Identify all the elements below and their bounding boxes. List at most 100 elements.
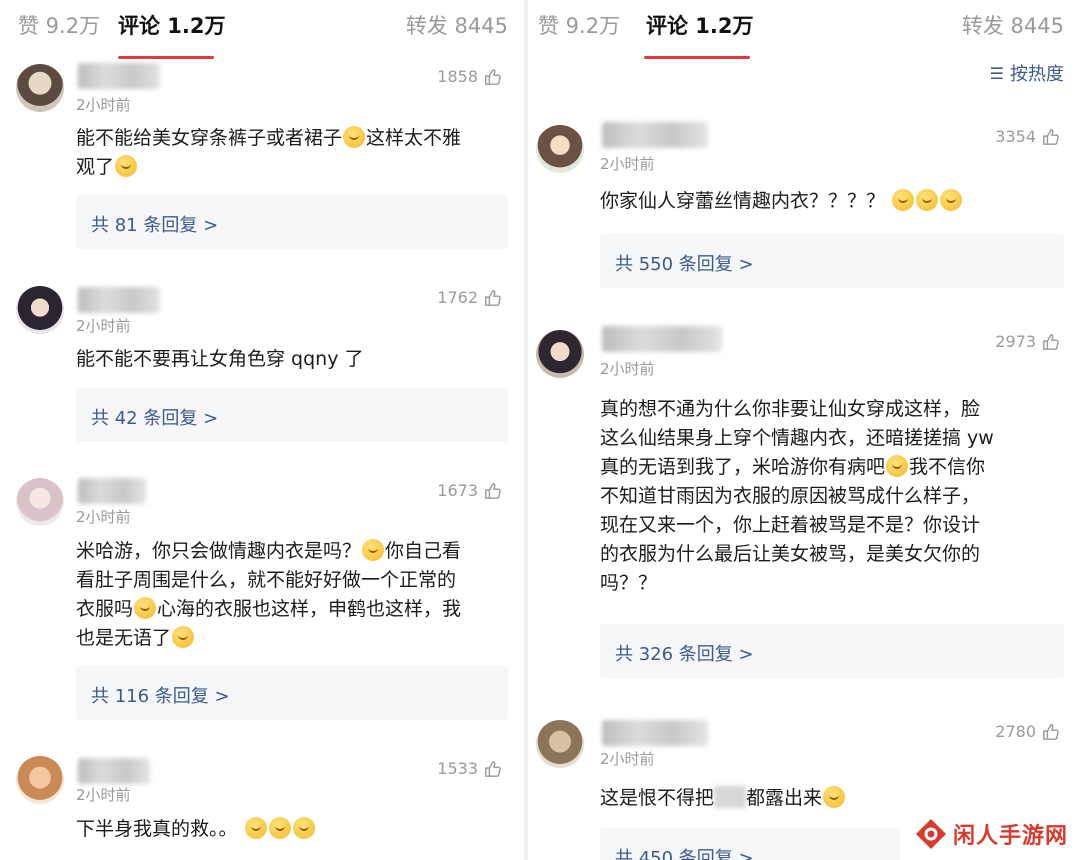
comment-text: 能不能不要再让女角色穿 qqny 了 [76,345,506,374]
sort-icon: ☰ [989,63,1004,83]
fearful-emoji-icon [362,539,385,561]
replies-count: 共 550 条回复 > [615,254,754,275]
username-blurred[interactable] [78,287,160,313]
comment-text-line: 衣服吗 [76,598,134,620]
sweat-smile-emoji-icon [134,597,157,619]
tab-bar: 赞 9.2万 评论 1.2万 转发 8445 [528,0,1080,59]
view-replies-button[interactable]: 共 450 条回复 > [600,828,900,860]
avatar[interactable] [536,330,584,378]
tab-comments[interactable]: 评论 1.2万 [118,10,226,40]
comment-time: 2小时前 [76,508,131,526]
replies-count: 共 42 条回复 > [91,408,219,429]
comment-time: 2小时前 [76,786,131,804]
comment-text: 能不能给美女穿条裤子或者裙子 这样太不雅 观了 [76,124,506,182]
comment-text-line: 这么仙结果身上穿个情趣内衣，还暗搓搓搞 yw [600,427,994,449]
avatar[interactable] [16,286,64,334]
like-button[interactable]: 2780 [995,722,1060,741]
view-replies-button[interactable]: 共 81 条回复 > [76,195,508,249]
comment-text-line: 你自己看 [385,540,462,562]
like-count: 1762 [437,288,478,307]
replies-count: 共 81 条回复 > [91,215,219,236]
comment-panel-right: 赞 9.2万 评论 1.2万 转发 8445 ☰ 按热度 2小时前 3354 你… [528,0,1080,860]
grinning-emoji-icon [244,817,267,839]
comment-text-line: 我不信你 [909,456,986,478]
view-replies-button[interactable]: 共 550 条回复 > [600,234,1064,288]
like-button[interactable]: 1858 [437,67,502,86]
comment-text: 真的想不通为什么你非要让仙女穿成这样，脸 这么仙结果身上穿个情趣内衣，还暗搓搓搞… [600,395,1070,598]
comment-time: 2小时前 [600,360,655,378]
tab-likes[interactable]: 赞 9.2万 [18,10,100,40]
sort-by-popularity-button[interactable]: ☰ 按热度 [990,60,1064,86]
comment-text-line: 能不能给美女穿条裤子或者裙子 [76,127,343,149]
comment-text: 你家仙人穿蕾丝情趣内衣？？？？ [600,187,1060,216]
comment-text: 这是恨不得把 都露出来 [600,784,1060,813]
like-button[interactable]: 3354 [995,127,1060,146]
tab-comments[interactable]: 评论 1.2万 [646,10,754,40]
like-button[interactable]: 1533 [437,759,502,778]
comment-text-line: 能不能不要再让女角色穿 qqny 了 [76,348,364,370]
username-blurred[interactable] [78,63,160,89]
comment-text-line: 的衣服为什么最后让美女被骂，是美女欠你的 [600,543,981,565]
view-replies-button[interactable]: 共 42 条回复 > [76,388,508,442]
comment-panel-left: 赞 9.2万 评论 1.2万 转发 8445 2小时前 1858 能不能给美女穿… [0,0,524,860]
crying-emoji-icon [172,626,195,648]
comment-text-line: 不知道甘雨因为衣服的原因被骂成什么样子， [600,485,981,507]
like-count: 3354 [995,127,1036,146]
comment-time: 2小时前 [600,750,655,768]
tab-shares[interactable]: 转发 8445 [962,10,1064,40]
tab-shares[interactable]: 转发 8445 [406,10,508,40]
thumbs-up-icon [1043,128,1059,145]
view-replies-button[interactable]: 共 326 条回复 > [600,624,1064,678]
watermark-text: 闲人手游网 [952,824,1068,849]
replies-count: 共 326 条回复 > [615,644,754,665]
comment-text: 下半身我真的救。。 [76,815,506,844]
username-blurred[interactable] [78,758,150,784]
comment-text-line: 吗？？ [600,572,658,594]
active-tab-indicator [118,56,214,59]
watermark-logo-icon [915,819,946,849]
username-blurred[interactable] [602,326,722,352]
like-button[interactable]: 2973 [995,332,1060,351]
like-count: 1533 [437,759,478,778]
crying-emoji-icon [343,126,366,148]
avatar[interactable] [536,720,584,768]
sort-label: 按热度 [1010,64,1064,85]
comment-text-line: 心海的衣服也这样，申鹤也这样，我 [157,598,462,620]
tab-likes[interactable]: 赞 9.2万 [538,10,620,40]
comment-text-line: 都露出来 [746,787,823,809]
thumbs-up-icon [485,68,501,85]
surprised-emoji-icon [940,189,963,211]
avatar[interactable] [536,125,584,173]
replies-count: 共 450 条回复 > [615,848,754,860]
comment-text-line: 你家仙人穿蕾丝情趣内衣？？？？ [600,190,886,212]
tab-bar: 赞 9.2万 评论 1.2万 转发 8445 [0,0,524,59]
avatar[interactable] [16,64,64,112]
like-button[interactable]: 1673 [437,481,502,500]
surprised-emoji-icon [892,189,915,211]
comment-time: 2小时前 [76,96,131,114]
comment-text-line: 观了 [76,156,115,178]
dizzy-emoji-icon [823,786,846,808]
thumbs-up-icon [485,482,501,499]
avatar[interactable] [16,478,64,526]
comment-time: 2小时前 [76,317,131,335]
comment-text-line: 真的无语到我了，米哈游你有病吧 [600,456,886,478]
like-count: 2973 [995,332,1036,351]
comment-text-line: 也是无语了 [76,627,172,649]
comment-text-line: 真的想不通为什么你非要让仙女穿成这样，脸 [600,398,981,420]
crying-emoji-icon [115,155,138,177]
avatar[interactable] [16,756,64,804]
comment-text: 米哈游，你只会做情趣内衣是吗？ 你自己看 看肚子周围是什么，就不能好好做一个正常的… [76,537,516,653]
like-count: 2780 [995,722,1036,741]
comment-text-line: 这是恨不得把 [600,787,715,809]
username-blurred[interactable] [602,720,708,746]
like-button[interactable]: 1762 [437,288,502,307]
comment-text-line: 看肚子周围是什么，就不能好好做一个正常的 [76,569,457,591]
view-replies-button[interactable]: 共 116 条回复 > [76,666,508,720]
username-blurred[interactable] [78,478,146,504]
surprised-emoji-icon [916,189,939,211]
comment-text-line: 米哈游，你只会做情趣内衣是吗？ [76,540,362,562]
thumbs-up-icon [485,289,501,306]
username-blurred[interactable] [602,122,708,148]
grimacing-emoji-icon [886,455,909,477]
